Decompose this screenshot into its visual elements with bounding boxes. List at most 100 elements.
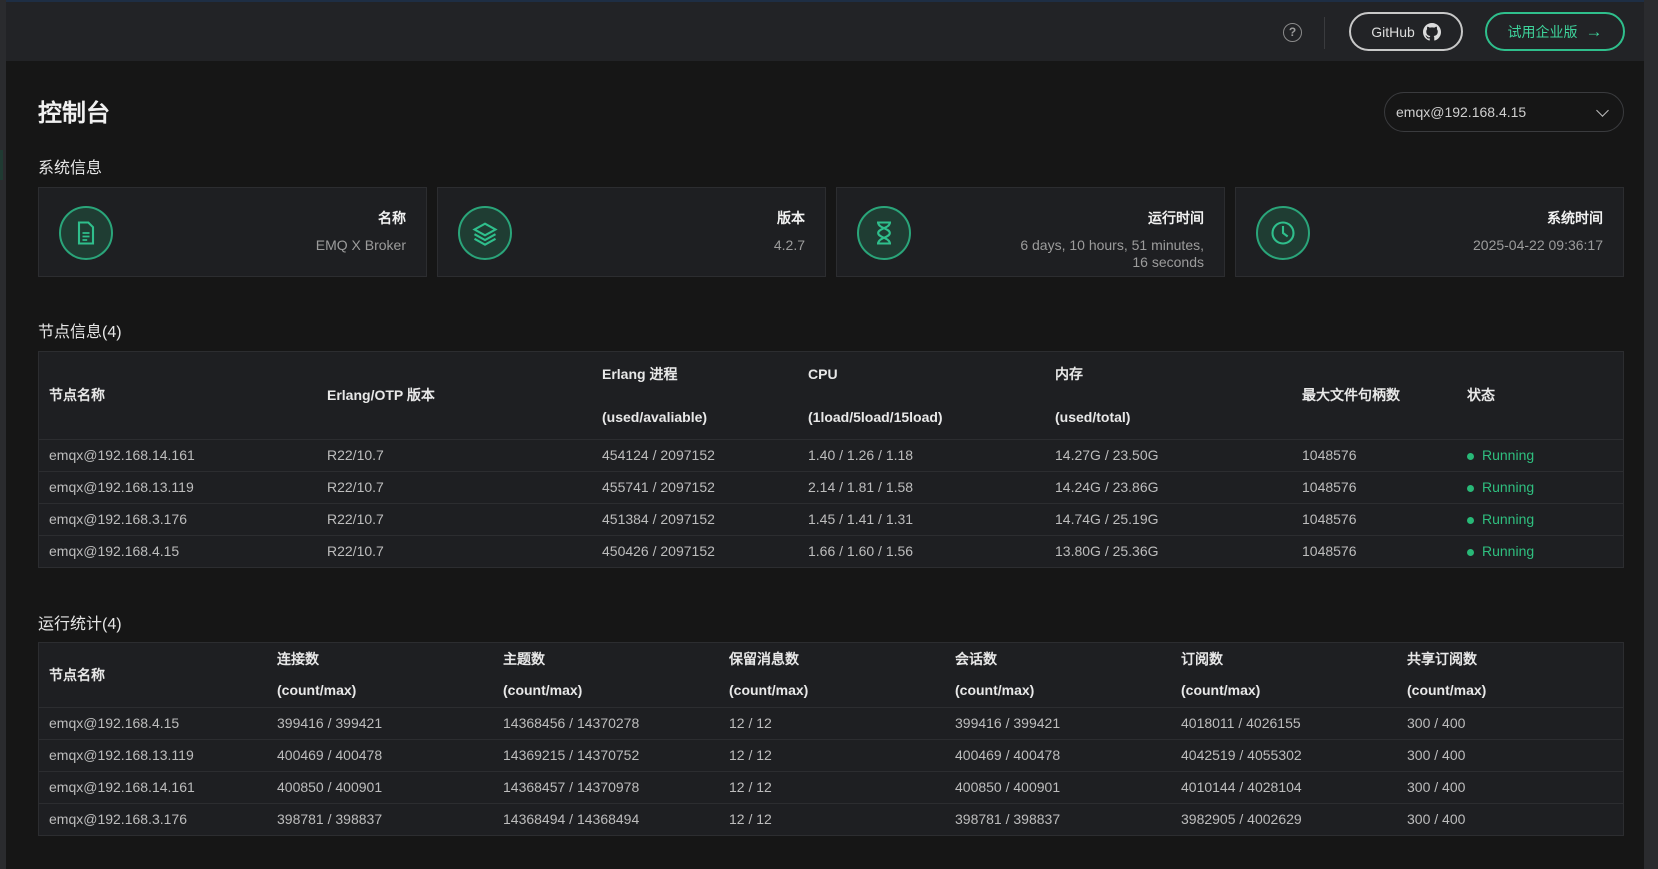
sessions: 398781 / 398837 xyxy=(945,802,1171,835)
column-header-main: 会话数 xyxy=(955,651,997,668)
help-icon[interactable]: ? xyxy=(1283,23,1302,42)
column-header: 节点名称 xyxy=(49,387,105,404)
status-text: Running xyxy=(1482,479,1535,495)
max-fds: 1048576 xyxy=(1292,534,1457,567)
card-label: 运行时间 xyxy=(1148,210,1204,226)
topics: 14368494 / 14368494 xyxy=(493,802,719,835)
column-header: 最大文件句柄数 xyxy=(1302,387,1400,404)
card-value: 4.2.7 xyxy=(773,237,805,253)
column-header-sub: (count/max) xyxy=(955,682,1035,699)
erlang-processes: 450426 / 2097152 xyxy=(592,534,798,567)
column-header: 会话数 (count/max) xyxy=(945,643,1171,707)
sessions: 399416 / 399421 xyxy=(945,706,1171,739)
shared-subscriptions: 300 / 400 xyxy=(1397,770,1623,803)
status-dot-icon xyxy=(1467,484,1474,492)
node-name: emqx@192.168.4.15 xyxy=(39,706,267,739)
otp-version: R22/10.7 xyxy=(317,470,592,503)
erlang-processes: 455741 / 2097152 xyxy=(592,470,798,503)
memory-usage: 14.27G / 23.50G xyxy=(1045,438,1292,471)
column-header: 订阅数 (count/max) xyxy=(1171,643,1397,707)
sessions: 400469 / 400478 xyxy=(945,738,1171,771)
status-dot-icon xyxy=(1467,549,1474,557)
column-header-main: 内存 xyxy=(1055,365,1083,382)
card-name: 名称 EMQ X Broker xyxy=(38,187,427,277)
column-header-main: 连接数 xyxy=(277,651,319,668)
topics: 14369215 / 14370752 xyxy=(493,738,719,771)
retained: 12 / 12 xyxy=(719,706,945,739)
status-text: Running xyxy=(1482,543,1535,560)
table-row: emqx@192.168.14.161 R22/10.7 454124 / 20… xyxy=(39,438,1623,471)
topics: 14368457 / 14370978 xyxy=(493,770,719,803)
column-header: 内存 (used/total) xyxy=(1045,352,1292,439)
node-select[interactable]: emqx@192.168.4.15 xyxy=(1384,92,1624,132)
sidebar-active-mark xyxy=(0,150,3,180)
top-header: ? GitHub 试用企业版 → xyxy=(6,2,1644,61)
card-value: 2025-04-22 09:36:17 xyxy=(1473,237,1603,253)
connections: 398781 / 398837 xyxy=(267,802,493,835)
table-row: emqx@192.168.3.176 R22/10.7 451384 / 209… xyxy=(39,502,1623,535)
topics: 14368456 / 14370278 xyxy=(493,706,719,739)
node-info-table: 节点名称 Erlang/OTP 版本 Erlang 进程 (used/avali… xyxy=(38,351,1624,568)
scrollbar-track[interactable] xyxy=(1644,0,1658,869)
node-name: emqx@192.168.4.15 xyxy=(39,534,317,567)
column-header-sub: (1load/5load/15load) xyxy=(808,408,943,425)
sessions: 400850 / 400901 xyxy=(945,770,1171,803)
max-fds: 1048576 xyxy=(1292,502,1457,535)
column-header: 共享订阅数 (count/max) xyxy=(1397,643,1623,707)
page-title: 控制台 xyxy=(38,100,110,127)
column-header: 状态 xyxy=(1467,387,1495,404)
shared-subscriptions: 300 / 400 xyxy=(1397,802,1623,835)
node-name: emqx@192.168.14.161 xyxy=(39,438,317,471)
memory-usage: 14.24G / 23.86G xyxy=(1045,470,1292,503)
column-header-main: Erlang 进程 xyxy=(602,365,678,382)
table-row: emqx@192.168.13.119 R22/10.7 455741 / 20… xyxy=(39,470,1623,503)
github-button[interactable]: GitHub xyxy=(1349,12,1463,51)
column-header: 主题数 (count/max) xyxy=(493,643,719,707)
retained: 12 / 12 xyxy=(719,738,945,771)
node-name: emqx@192.168.3.176 xyxy=(39,802,267,835)
subscriptions: 4018011 / 4026155 xyxy=(1171,706,1397,739)
card-label: 版本 xyxy=(777,210,805,226)
memory-usage: 13.80G / 25.36G xyxy=(1045,534,1292,567)
cpu-load: 1.45 / 1.41 / 1.31 xyxy=(798,502,1045,535)
retained: 12 / 12 xyxy=(719,802,945,835)
column-header-main: 主题数 xyxy=(503,651,545,668)
card-uptime: 运行时间 6 days, 10 hours, 51 minutes, 16 se… xyxy=(836,187,1225,277)
retained: 12 / 12 xyxy=(719,770,945,803)
status-text: Running xyxy=(1482,447,1535,463)
subscriptions: 4042519 / 4055302 xyxy=(1171,738,1397,771)
column-header-main: CPU xyxy=(808,365,838,382)
clock-icon xyxy=(1256,206,1310,260)
node-select-value: emqx@192.168.4.15 xyxy=(1396,104,1527,120)
node-status: Running xyxy=(1457,534,1623,567)
header-divider xyxy=(1324,17,1325,49)
enterprise-label: 试用企业版 xyxy=(1507,23,1578,40)
column-header-sub: (count/max) xyxy=(1181,682,1261,699)
column-header: Erlang/OTP 版本 xyxy=(327,387,435,404)
column-header-main: 共享订阅数 xyxy=(1407,651,1477,668)
column-header-sub: (count/max) xyxy=(277,682,357,699)
column-header: 保留消息数 (count/max) xyxy=(719,643,945,707)
connections: 400850 / 400901 xyxy=(267,770,493,803)
status-text: Running xyxy=(1482,511,1535,527)
connections: 399416 / 399421 xyxy=(267,706,493,739)
hourglass-icon xyxy=(857,206,911,260)
column-header: Erlang 进程 (used/avaliable) xyxy=(592,352,798,439)
card-label: 系统时间 xyxy=(1547,210,1603,226)
stats-table: 节点名称 连接数 (count/max) 主题数 (count/max) 保留消… xyxy=(38,642,1624,836)
card-value: EMQ X Broker xyxy=(315,237,406,253)
subscriptions: 4010144 / 4028104 xyxy=(1171,770,1397,803)
column-header-sub: (used/avaliable) xyxy=(602,408,708,425)
column-header-sub: (used/total) xyxy=(1055,408,1131,425)
chevron-down-icon xyxy=(1596,104,1609,117)
try-enterprise-button[interactable]: 试用企业版 → xyxy=(1485,12,1625,51)
card-system-time: 系统时间 2025-04-22 09:36:17 xyxy=(1235,187,1624,277)
node-name: emqx@192.168.14.161 xyxy=(39,770,267,803)
arrow-right-icon: → xyxy=(1585,22,1603,41)
node-name: emqx@192.168.13.119 xyxy=(39,738,267,771)
table-row: emqx@192.168.4.15 R22/10.7 450426 / 2097… xyxy=(39,534,1623,567)
otp-version: R22/10.7 xyxy=(317,534,592,567)
shared-subscriptions: 300 / 400 xyxy=(1397,706,1623,739)
cpu-load: 1.66 / 1.60 / 1.56 xyxy=(798,534,1045,567)
github-label: GitHub xyxy=(1371,23,1415,40)
